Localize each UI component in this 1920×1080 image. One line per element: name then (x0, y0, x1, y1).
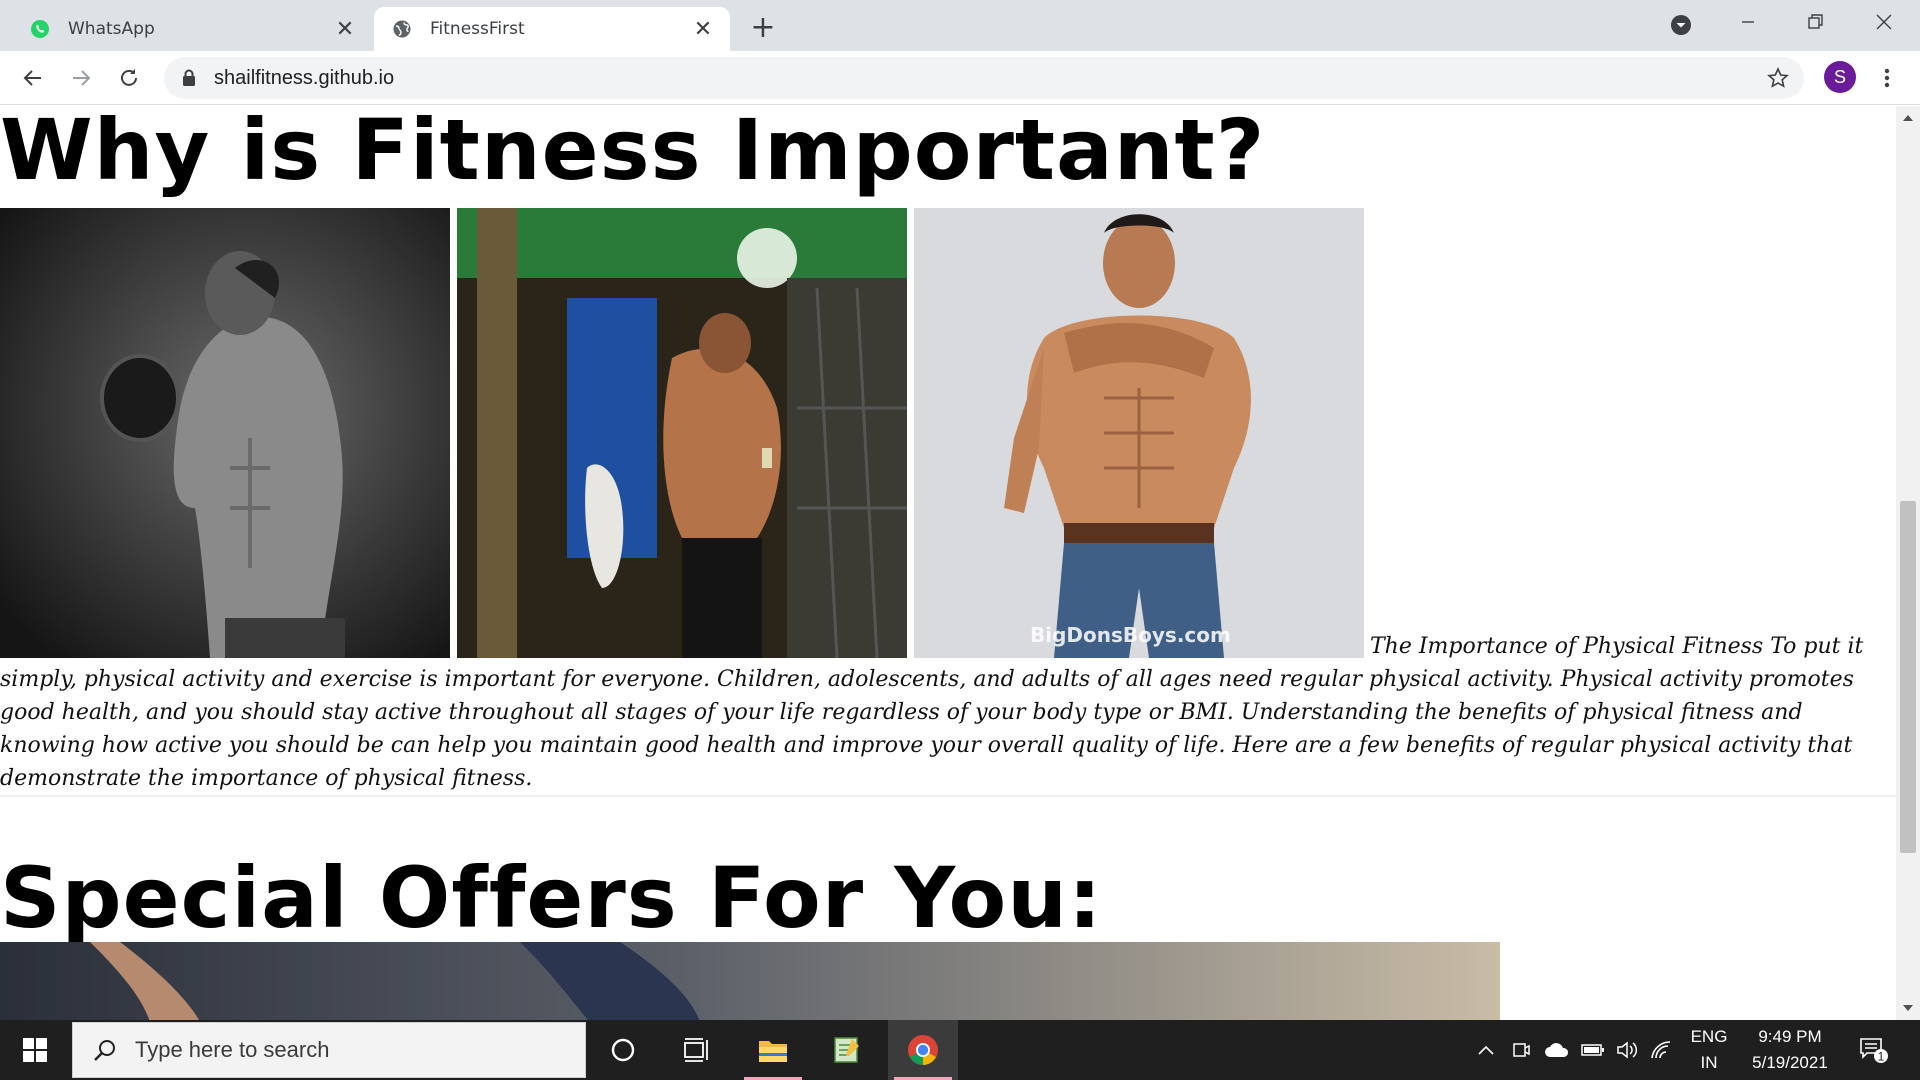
battery-icon[interactable] (1578, 1020, 1608, 1080)
scroll-up-arrow-icon[interactable] (1896, 106, 1920, 130)
search-placeholder: Type here to search (135, 1037, 330, 1062)
bookmark-star-icon[interactable] (1766, 66, 1790, 90)
address-bar[interactable]: shailfitness.github.io (164, 57, 1804, 99)
profile-avatar[interactable]: S (1824, 61, 1856, 93)
scrollbar-thumb[interactable] (1900, 501, 1916, 853)
windows-start-icon[interactable] (0, 1020, 70, 1080)
close-window-button[interactable] (1864, 4, 1904, 40)
show-hidden-icons-chevron[interactable] (1472, 1020, 1500, 1080)
new-tab-button[interactable]: + (748, 10, 778, 45)
minimize-button[interactable] (1728, 4, 1768, 40)
cortana-icon[interactable] (588, 1020, 658, 1080)
onedrive-cloud-icon[interactable] (1540, 1020, 1574, 1080)
tab-title: WhatsApp (68, 19, 155, 39)
scroll-down-arrow-icon[interactable] (1896, 996, 1920, 1020)
menu-kebab-icon[interactable] (1872, 63, 1902, 93)
dumbbell-curl-photo (0, 208, 450, 658)
page-heading-offers: Special Offers For You: (0, 849, 1103, 947)
action-center-icon[interactable]: 1 (1852, 1020, 1896, 1080)
whatsapp-icon (30, 19, 50, 39)
fitness-paragraph: The Importance of Physical Fitness To pu… (0, 634, 1864, 791)
tab-strip: WhatsApp ✕ FitnessFirst ✕ + (0, 0, 1920, 51)
globe-icon (392, 19, 412, 39)
reload-button[interactable] (112, 61, 146, 95)
mirror-selfie-photo (457, 208, 907, 658)
page-heading-fitness: Why is Fitness Important? (0, 106, 1266, 199)
close-tab-icon[interactable]: ✕ (690, 16, 716, 42)
clock-date: 5/19/2021 (1752, 1053, 1828, 1072)
back-arrow-icon (23, 70, 41, 86)
vertical-scrollbar[interactable] (1896, 106, 1920, 1020)
tab-search-button[interactable] (1668, 12, 1694, 38)
tab-fitnessfirst[interactable]: FitnessFirst ✕ (374, 7, 730, 51)
volume-icon[interactable] (1612, 1020, 1642, 1080)
windows-taskbar: Type here to search ENG IN 9:49 PM 5/19/… (0, 1020, 1920, 1080)
region-code: IN (1700, 1053, 1718, 1072)
back-button[interactable] (16, 61, 50, 95)
tab-title: FitnessFirst (430, 19, 525, 39)
file-explorer-icon[interactable] (738, 1020, 808, 1080)
forward-arrow-icon (73, 70, 91, 86)
task-view-icon[interactable] (662, 1020, 732, 1080)
url-text[interactable]: shailfitness.github.io (214, 67, 394, 90)
reload-icon (121, 69, 137, 86)
close-tab-icon[interactable]: ✕ (332, 16, 358, 42)
restore-button[interactable] (1796, 4, 1836, 40)
clock-time: 9:49 PM (1758, 1027, 1822, 1046)
chevron-down-icon (1671, 15, 1691, 35)
taskbar-search-box[interactable]: Type here to search (72, 1022, 586, 1078)
wifi-icon[interactable] (1646, 1020, 1676, 1080)
jeans-model-photo: BigDonsBoys.com (914, 208, 1364, 658)
language-indicator[interactable]: ENG IN (1680, 1020, 1738, 1080)
tab-whatsapp[interactable]: WhatsApp ✕ (12, 7, 372, 51)
browser-toolbar: shailfitness.github.io S (0, 51, 1920, 105)
clock[interactable]: 9:49 PM 5/19/2021 (1742, 1020, 1838, 1080)
chrome-app-icon[interactable] (888, 1020, 958, 1080)
section-divider (0, 795, 1896, 797)
meet-now-icon[interactable] (1506, 1020, 1536, 1080)
notification-badge: 1 (1878, 1050, 1885, 1064)
search-icon (91, 1036, 119, 1064)
language-code: ENG (1690, 1027, 1728, 1046)
page-viewport: Why is Fitness Important? BigDonsBoys.co… (0, 106, 1896, 1020)
forward-button[interactable] (64, 61, 98, 95)
lock-icon[interactable] (180, 68, 198, 88)
notepad-app-icon[interactable] (812, 1020, 882, 1080)
special-offer-banner (0, 942, 1500, 1020)
